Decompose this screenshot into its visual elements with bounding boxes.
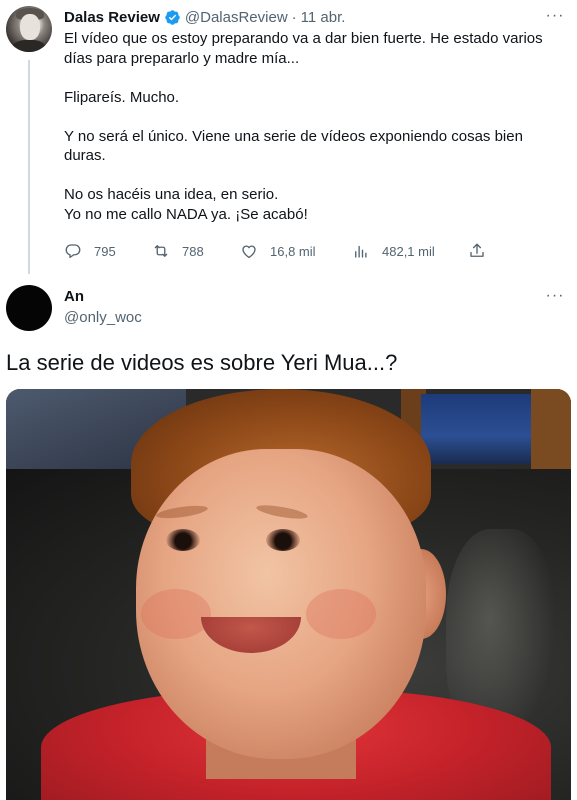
retweet-button[interactable]: 788: [152, 241, 204, 261]
tweet-body: El vídeo que os estoy preparando va a da…: [64, 29, 564, 224]
quoted-tweet[interactable]: Dalas Review @DalasReview · 11 abr. ··· …: [0, 0, 577, 280]
author-handle[interactable]: @only_woc: [64, 309, 142, 326]
retweet-count: 788: [182, 243, 204, 259]
tweet-header: Dalas Review @DalasReview · 11 abr.: [64, 7, 345, 27]
like-icon: [242, 245, 256, 259]
views-button[interactable]: 482,1 mil: [352, 241, 435, 261]
avatar[interactable]: [6, 285, 52, 331]
tweet-paragraph: No os hacéis una idea, en serio.: [64, 186, 279, 203]
author-handle[interactable]: @DalasReview: [185, 9, 288, 26]
like-count: 16,8 mil: [270, 243, 316, 259]
tweet-date[interactable]: 11 abr.: [301, 9, 346, 26]
more-options-icon[interactable]: ···: [545, 288, 565, 306]
tweet-paragraph: El vídeo que os estoy preparando va a da…: [64, 30, 543, 67]
author-name[interactable]: Dalas Review: [64, 9, 160, 26]
share-button[interactable]: [468, 241, 498, 261]
author-name[interactable]: An: [64, 288, 84, 305]
like-button[interactable]: 16,8 mil: [240, 241, 316, 261]
views-count: 482,1 mil: [382, 243, 435, 259]
reply-tweet-text: La serie de videos es sobre Yeri Mua...?: [6, 350, 398, 375]
separator-dot: ·: [291, 8, 297, 26]
avatar[interactable]: [6, 6, 52, 52]
views-icon: [355, 245, 367, 258]
more-options-icon[interactable]: ···: [545, 8, 565, 26]
tweet-paragraph: Y no será el único. Viene una serie de v…: [64, 127, 523, 165]
retweet-icon: [154, 245, 168, 257]
tweet-paragraph: Yo no me callo NADA ya. ¡Se acabó!: [64, 205, 308, 223]
tweet-paragraph: Flipareís. Mucho.: [64, 88, 180, 106]
verified-badge-icon: [165, 9, 180, 25]
share-icon: [470, 243, 484, 257]
tweet-image[interactable]: [6, 389, 571, 800]
reply-count: 795: [94, 243, 116, 259]
reply-button[interactable]: 795: [64, 241, 116, 261]
tweet-actions-bar: 795 788 16,8 mil 482,1 mil: [64, 241, 504, 261]
reply-icon: [65, 244, 81, 259]
